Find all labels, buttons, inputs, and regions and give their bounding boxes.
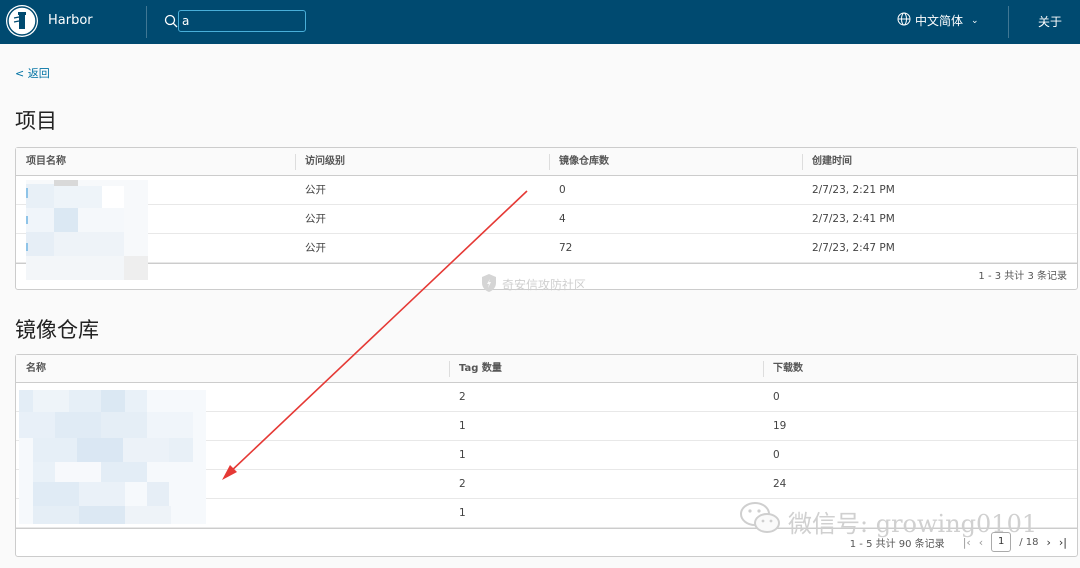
table-header: 项目名称 访问级别 镜像仓库数 创建时间 [16,148,1077,176]
chevron-down-icon: ⌄ [971,15,979,26]
creation-time: 2/7/23, 2:41 PM [812,213,895,225]
column-header[interactable]: 名称 [16,355,46,383]
tag-count: 1 [459,420,466,432]
repositories-section-title: 镜像仓库 [15,318,99,342]
last-page-icon[interactable]: ›| [1059,536,1067,549]
table-row: 公开 0 2/7/23, 2:21 PM [16,176,1077,205]
table-header: 名称 Tag 数量 下载数 [16,355,1077,383]
globe-icon [897,12,911,29]
redacted-project-names [26,180,148,280]
table-row: 公开 72 2/7/23, 2:47 PM [16,234,1077,263]
column-header[interactable]: 下载数 [763,355,803,383]
table-row: 公开 4 2/7/23, 2:41 PM [16,205,1077,234]
about-link[interactable]: 关于 [1038,13,1062,30]
column-header[interactable]: 创建时间 [802,148,852,176]
harbor-logo-icon[interactable] [6,5,38,37]
download-count: 24 [773,478,787,490]
search-icon [164,13,178,32]
repo-count: 72 [559,242,573,254]
download-count: 0 [773,391,780,403]
download-count: 0 [773,449,780,461]
column-header[interactable]: Tag 数量 [449,355,502,383]
redacted-repository-names [19,390,206,524]
top-nav-bar: Harbor 中文简体 ⌄ 关于 [0,0,1080,44]
global-search-input[interactable] [178,10,306,32]
tag-count: 1 [459,507,466,519]
header-divider [146,6,147,38]
creation-time: 2/7/23, 2:21 PM [812,184,895,196]
app-name[interactable]: Harbor [48,13,93,28]
tag-count: 1 [459,449,466,461]
tag-count: 2 [459,478,466,490]
repo-count: 4 [559,213,566,225]
language-selector[interactable]: 中文简体 ⌄ [897,12,979,29]
projects-section-title: 项目 [15,109,57,133]
column-header[interactable]: 项目名称 [16,148,66,176]
shield-icon [480,273,498,296]
access-level: 公开 [305,242,326,254]
column-header[interactable]: 镜像仓库数 [549,148,609,176]
wechat-icon [738,500,782,542]
back-link[interactable]: < 返回 [15,65,50,81]
column-header[interactable]: 访问级别 [295,148,345,176]
download-count: 19 [773,420,787,432]
repo-count: 0 [559,184,566,196]
wechat-watermark: 微信号: growing0101 [738,500,1037,542]
wechat-text: 微信号: growing0101 [788,509,1038,538]
tag-count: 2 [459,391,466,403]
next-page-icon[interactable]: › [1046,536,1050,549]
language-label: 中文简体 [915,14,964,28]
creation-time: 2/7/23, 2:47 PM [812,242,895,254]
projects-table: 项目名称 访问级别 镜像仓库数 创建时间 公开 0 2/7/23, 2:21 P… [15,147,1078,290]
watermark-text: 奇安信攻防社区 [502,278,587,292]
access-level: 公开 [305,184,326,196]
access-level: 公开 [305,213,326,225]
header-divider [1008,6,1009,38]
watermark: 奇安信攻防社区 [480,273,586,296]
record-count: 1 - 3 共计 3 条记录 [978,271,1067,282]
